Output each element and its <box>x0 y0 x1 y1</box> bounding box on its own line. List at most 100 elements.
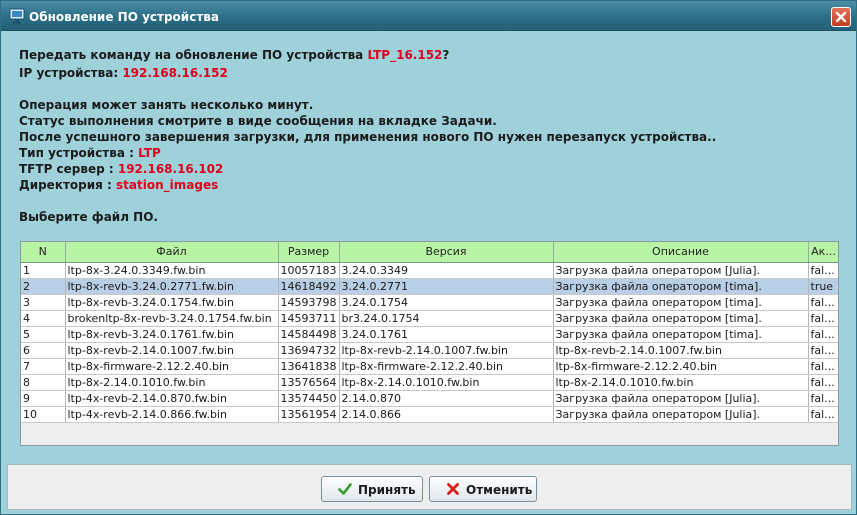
table-row[interactable]: 9 ltp-4x-revb-2.14.0.870.fw.bin 13574450 2.… <box>21 390 838 407</box>
note-restart: После успешного завершения загрузки, для… <box>19 130 717 144</box>
cell-active: fal... <box>808 342 838 359</box>
cell-size: 14593798 <box>278 294 340 311</box>
cell-file: ltp-8x-2.14.0.1010.fw.bin <box>65 374 279 391</box>
tftp-line: TFTP сервер : 192.168.16.102 <box>19 162 224 176</box>
cell-version: ltp-8x-revb-2.14.0.1007.fw.bin <box>339 342 554 359</box>
window-title: Обновление ПО устройства <box>29 10 219 24</box>
firmware-table[interactable]: N Файл Размер Версия Описание Ак... 1 ltp… <box>20 241 839 446</box>
table-row[interactable]: 6 ltp-8x-revb-2.14.0.1007.fw.bin 13694732 l… <box>21 342 838 359</box>
cell-version: 2.14.0.866 <box>339 406 554 423</box>
cell-version: 3.24.0.2771 <box>339 278 554 295</box>
close-icon <box>835 11 847 23</box>
cross-icon <box>446 482 460 496</box>
cell-version: br3.24.0.1754 <box>339 310 554 327</box>
cell-n: 8 <box>21 374 66 391</box>
cell-size: 13694732 <box>278 342 340 359</box>
monitor-icon <box>9 8 25 24</box>
column-header-file[interactable]: Файл <box>65 242 279 263</box>
checkmark-icon <box>338 482 352 496</box>
cell-description: Загрузка файла оператором [tima]. <box>553 310 809 327</box>
cell-n: 1 <box>21 262 66 279</box>
cell-file: ltp-8x-revb-3.24.0.2771.fw.bin <box>65 278 279 295</box>
choose-file-prompt: Выберите файл ПО. <box>19 210 158 224</box>
tftp-value: 192.168.16.102 <box>117 162 224 176</box>
cell-file: ltp-4x-revb-2.14.0.866.fw.bin <box>65 406 279 423</box>
cell-file: ltp-8x-revb-2.14.0.1007.fw.bin <box>65 342 279 359</box>
cell-description: Загрузка файла оператором [Julia]. <box>553 406 809 423</box>
cell-version: 3.24.0.1761 <box>339 326 554 343</box>
cancel-button[interactable]: Отменить <box>429 476 537 502</box>
device-type-line: Тип устройства : LTP <box>19 146 161 160</box>
device-name: LTP_16.152 <box>367 48 443 62</box>
cell-active: fal... <box>808 326 838 343</box>
cell-description: Загрузка файла оператором [tima]. <box>553 326 809 343</box>
cell-active: fal... <box>808 262 838 279</box>
accept-button-label: Принять <box>358 483 416 497</box>
column-header-version[interactable]: Версия <box>339 242 554 263</box>
title-bar[interactable]: Обновление ПО устройства <box>1 1 856 31</box>
cell-n: 7 <box>21 358 66 375</box>
cell-version: 3.24.0.3349 <box>339 262 554 279</box>
cell-file: ltp-8x-revb-3.24.0.1754.fw.bin <box>65 294 279 311</box>
directory-value: station_images <box>116 178 219 192</box>
cell-n: 10 <box>21 406 66 423</box>
cell-file: ltp-8x-3.24.0.3349.fw.bin <box>65 262 279 279</box>
cell-file: ltp-8x-revb-3.24.0.1761.fw.bin <box>65 326 279 343</box>
cell-active: fal... <box>808 294 838 311</box>
table-row[interactable]: 4 brokenltp-8x-revb-3.24.0.1754.fw.bin 145… <box>21 310 838 327</box>
cell-size: 10057183 <box>278 262 340 279</box>
cell-file: ltp-4x-revb-2.14.0.870.fw.bin <box>65 390 279 407</box>
close-button[interactable] <box>831 7 851 27</box>
cell-version: ltp-8x-firmware-2.12.2.40.bin <box>339 358 554 375</box>
cell-active: fal... <box>808 390 838 407</box>
table-row[interactable]: 1 ltp-8x-3.24.0.3349.fw.bin 10057183 3.24.0… <box>21 262 838 279</box>
note-status: Статус выполнения смотрите в виде сообще… <box>19 114 497 128</box>
cell-description: Загрузка файла оператором [Julia]. <box>553 262 809 279</box>
ip-line: IP устройства: 192.168.16.152 <box>19 66 228 80</box>
cell-n: 6 <box>21 342 66 359</box>
cell-size: 13561954 <box>278 406 340 423</box>
table-row[interactable]: 2 ltp-8x-revb-3.24.0.2771.fw.bin 14618492 3… <box>21 278 838 295</box>
cell-file: ltp-8x-firmware-2.12.2.40.bin <box>65 358 279 375</box>
table-row[interactable]: 7 ltp-8x-firmware-2.12.2.40.bin 13641838 lt… <box>21 358 838 375</box>
cell-active: fal... <box>808 406 838 423</box>
table-header-row: N Файл Размер Версия Описание Ак... <box>21 242 838 263</box>
column-header-size[interactable]: Размер <box>278 242 340 263</box>
cell-active: true <box>808 278 838 295</box>
cell-n: 3 <box>21 294 66 311</box>
cell-description: ltp-8x-firmware-2.12.2.40.bin <box>553 358 809 375</box>
cell-n: 4 <box>21 310 66 327</box>
cell-file: brokenltp-8x-revb-3.24.0.1754.fw.bin <box>65 310 279 327</box>
table-row[interactable]: 5 ltp-8x-revb-3.24.0.1761.fw.bin 14584498 3… <box>21 326 838 343</box>
cell-active: fal... <box>808 310 838 327</box>
table-row[interactable]: 8 ltp-8x-2.14.0.1010.fw.bin 13576564 ltp-8x… <box>21 374 838 391</box>
column-header-active[interactable]: Ак... <box>808 242 838 263</box>
cell-active: fal... <box>808 374 838 391</box>
device-type-value: LTP <box>138 146 161 160</box>
cell-version: 3.24.0.1754 <box>339 294 554 311</box>
accept-button[interactable]: Принять <box>321 476 423 502</box>
cell-description: ltp-8x-revb-2.14.0.1007.fw.bin <box>553 342 809 359</box>
cell-n: 5 <box>21 326 66 343</box>
directory-line: Директория : station_images <box>19 178 219 192</box>
column-header-n[interactable]: N <box>21 242 66 263</box>
cell-version: 2.14.0.870 <box>339 390 554 407</box>
cell-size: 14593711 <box>278 310 340 327</box>
cell-description: Загрузка файла оператором [tima]. <box>553 278 809 295</box>
table-row[interactable]: 10 ltp-4x-revb-2.14.0.866.fw.bin 13561954 2… <box>21 406 838 423</box>
column-header-description[interactable]: Описание <box>553 242 809 263</box>
note-duration: Операция может занять несколько минут. <box>19 98 314 112</box>
cell-n: 2 <box>21 278 66 295</box>
table-row[interactable]: 3 ltp-8x-revb-3.24.0.1754.fw.bin 14593798 3… <box>21 294 838 311</box>
cell-size: 13574450 <box>278 390 340 407</box>
ip-value: 192.168.16.152 <box>122 66 228 80</box>
cell-description: Загрузка файла оператором [Julia]. <box>553 390 809 407</box>
cell-size: 13641838 <box>278 358 340 375</box>
cell-size: 13576564 <box>278 374 340 391</box>
cell-size: 14584498 <box>278 326 340 343</box>
cell-size: 14618492 <box>278 278 340 295</box>
confirm-line: Передать команду на обновление ПО устрой… <box>19 48 450 62</box>
dialog-window: Обновление ПО устройства Передать команд… <box>0 0 857 515</box>
cell-version: ltp-8x-2.14.0.1010.fw.bin <box>339 374 554 391</box>
cancel-button-label: Отменить <box>466 483 533 497</box>
